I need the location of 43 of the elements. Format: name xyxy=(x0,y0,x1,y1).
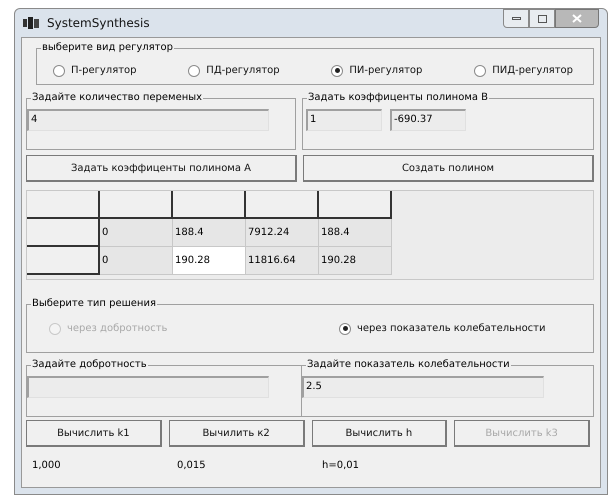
maximize-button[interactable] xyxy=(529,9,555,28)
table-cell[interactable]: 190.28 xyxy=(173,247,246,275)
input-field[interactable]: 1 xyxy=(306,109,382,131)
radio-label: через показатель колебательности xyxy=(357,322,546,336)
action-button[interactable]: Вычислить h xyxy=(312,420,448,447)
radio-label: ПИД-регулятор xyxy=(492,64,573,78)
close-icon xyxy=(572,14,582,23)
table-cell[interactable]: 190.28 xyxy=(319,247,392,275)
group-label: выберите вид регулятор xyxy=(41,41,174,55)
table-cell[interactable]: 188.4 xyxy=(319,219,392,247)
result-label: h=0,01 xyxy=(322,459,360,473)
radio-label: ПД-регулятор xyxy=(206,64,280,78)
group-label: Задайте добротность xyxy=(31,358,148,372)
radio-button[interactable] xyxy=(331,64,344,76)
window-title: SystemSynthesis xyxy=(47,15,150,32)
input-field[interactable]: 4 xyxy=(27,109,269,131)
radio-label: через добротность xyxy=(67,322,168,336)
result-label: 0,015 xyxy=(177,459,207,473)
group-label: Задать коэффиценты полинома B xyxy=(307,91,490,105)
action-button[interactable]: Создать полином xyxy=(303,155,594,182)
result-label: 1,000 xyxy=(32,459,62,473)
minimize-button[interactable] xyxy=(503,9,529,28)
action-button[interactable]: Вычилить к2 xyxy=(168,420,304,447)
action-button[interactable]: Вычислить k1 xyxy=(26,420,162,447)
radio-label: ПИ-регулятор xyxy=(349,64,422,78)
table-cell[interactable]: 11816.64 xyxy=(246,247,319,275)
table-cell[interactable]: 188.4 xyxy=(173,219,246,247)
group-label: Задайте количество переменых xyxy=(31,91,204,105)
table-cell[interactable]: 0 xyxy=(100,247,173,275)
radio-button[interactable] xyxy=(474,64,486,76)
radio-button[interactable] xyxy=(53,64,65,76)
table-cell[interactable]: 7912.24 xyxy=(246,219,319,247)
input-field[interactable] xyxy=(27,376,269,398)
radio-button[interactable] xyxy=(188,64,200,76)
close-button[interactable] xyxy=(555,9,599,28)
table-cell[interactable]: 0 xyxy=(100,219,173,247)
input-field[interactable]: 2.5 xyxy=(302,376,544,398)
radio-button[interactable] xyxy=(339,322,351,334)
action-button[interactable]: Задать коэффиценты полинома A xyxy=(26,155,297,182)
radio-label: П-регулятор xyxy=(71,64,136,78)
group-label: Выберите тип решения xyxy=(31,297,157,311)
app-icon xyxy=(23,17,39,29)
input-field[interactable]: -690.37 xyxy=(390,109,466,131)
